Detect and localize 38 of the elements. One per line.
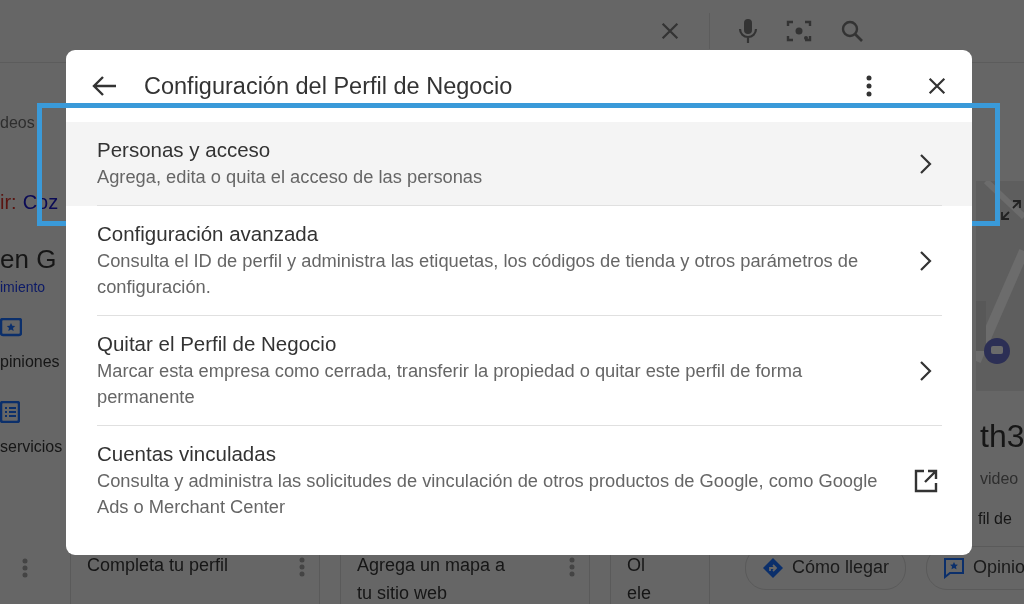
- camera-icon[interactable]: [786, 18, 812, 44]
- tab-label[interactable]: video: [980, 469, 1024, 489]
- row-title: Personas y acceso: [97, 137, 272, 162]
- clear-icon[interactable]: [659, 20, 681, 42]
- action-label[interactable]: servicios: [0, 437, 66, 457]
- card-title: Completa tu perfil: [87, 553, 229, 577]
- row-description: Agrega, edita o quita el acceso de las personas: [97, 164, 483, 189]
- chevron-right-icon: [919, 359, 933, 382]
- back-icon[interactable]: [92, 75, 118, 97]
- expand-icon[interactable]: [1000, 199, 1022, 221]
- review-icon: [943, 556, 966, 579]
- dialog-title: Configuración del Perfil de Negocio: [144, 72, 514, 100]
- directions-icon: [762, 556, 784, 579]
- suggestion-label: ir:: [0, 190, 17, 215]
- profile-text: fil de: [978, 508, 1013, 528]
- row-description: Consulta el ID de perfil y administra las etiquetas, los códigos de tienda y otros parámetros de configuración.: [97, 248, 860, 299]
- external-link-icon: [914, 469, 938, 493]
- chevron-right-icon: [919, 249, 933, 272]
- link[interactable]: imiento: [0, 279, 66, 297]
- row-description: Consulta y administra las solicitudes de vinculación de otros productos de Google, como Google Ads o Merchant Center: [97, 469, 879, 519]
- row-description: Marcar esta empresa como cerrada, transferir la propiedad o quitar este perfil de forma permanente: [97, 358, 804, 409]
- row-title: Configuración avanzada: [97, 221, 320, 246]
- card-title: Agrega un mapa a tu sitio web: [357, 553, 506, 604]
- search-icon[interactable]: [840, 19, 864, 43]
- chevron-right-icon: [919, 152, 933, 175]
- card-title: Ol ele: [627, 553, 652, 604]
- star-icon[interactable]: [0, 318, 22, 339]
- list-icon[interactable]: [0, 401, 20, 424]
- action-label[interactable]: piniones: [0, 352, 66, 372]
- more-icon[interactable]: [866, 75, 872, 97]
- tab-label[interactable]: deos: [0, 113, 66, 133]
- row-title: Cuentas vinculadas: [97, 442, 277, 466]
- microphone-icon[interactable]: [738, 18, 758, 44]
- row-title: Quitar el Perfil de Negocio: [97, 331, 338, 356]
- heading: en G: [0, 244, 58, 276]
- close-icon[interactable]: [926, 75, 948, 97]
- business-name: th3: [980, 417, 1024, 456]
- settings-row[interactable]: Personas y acceso Agrega, edita o quita el acceso de las personas: [66, 122, 972, 206]
